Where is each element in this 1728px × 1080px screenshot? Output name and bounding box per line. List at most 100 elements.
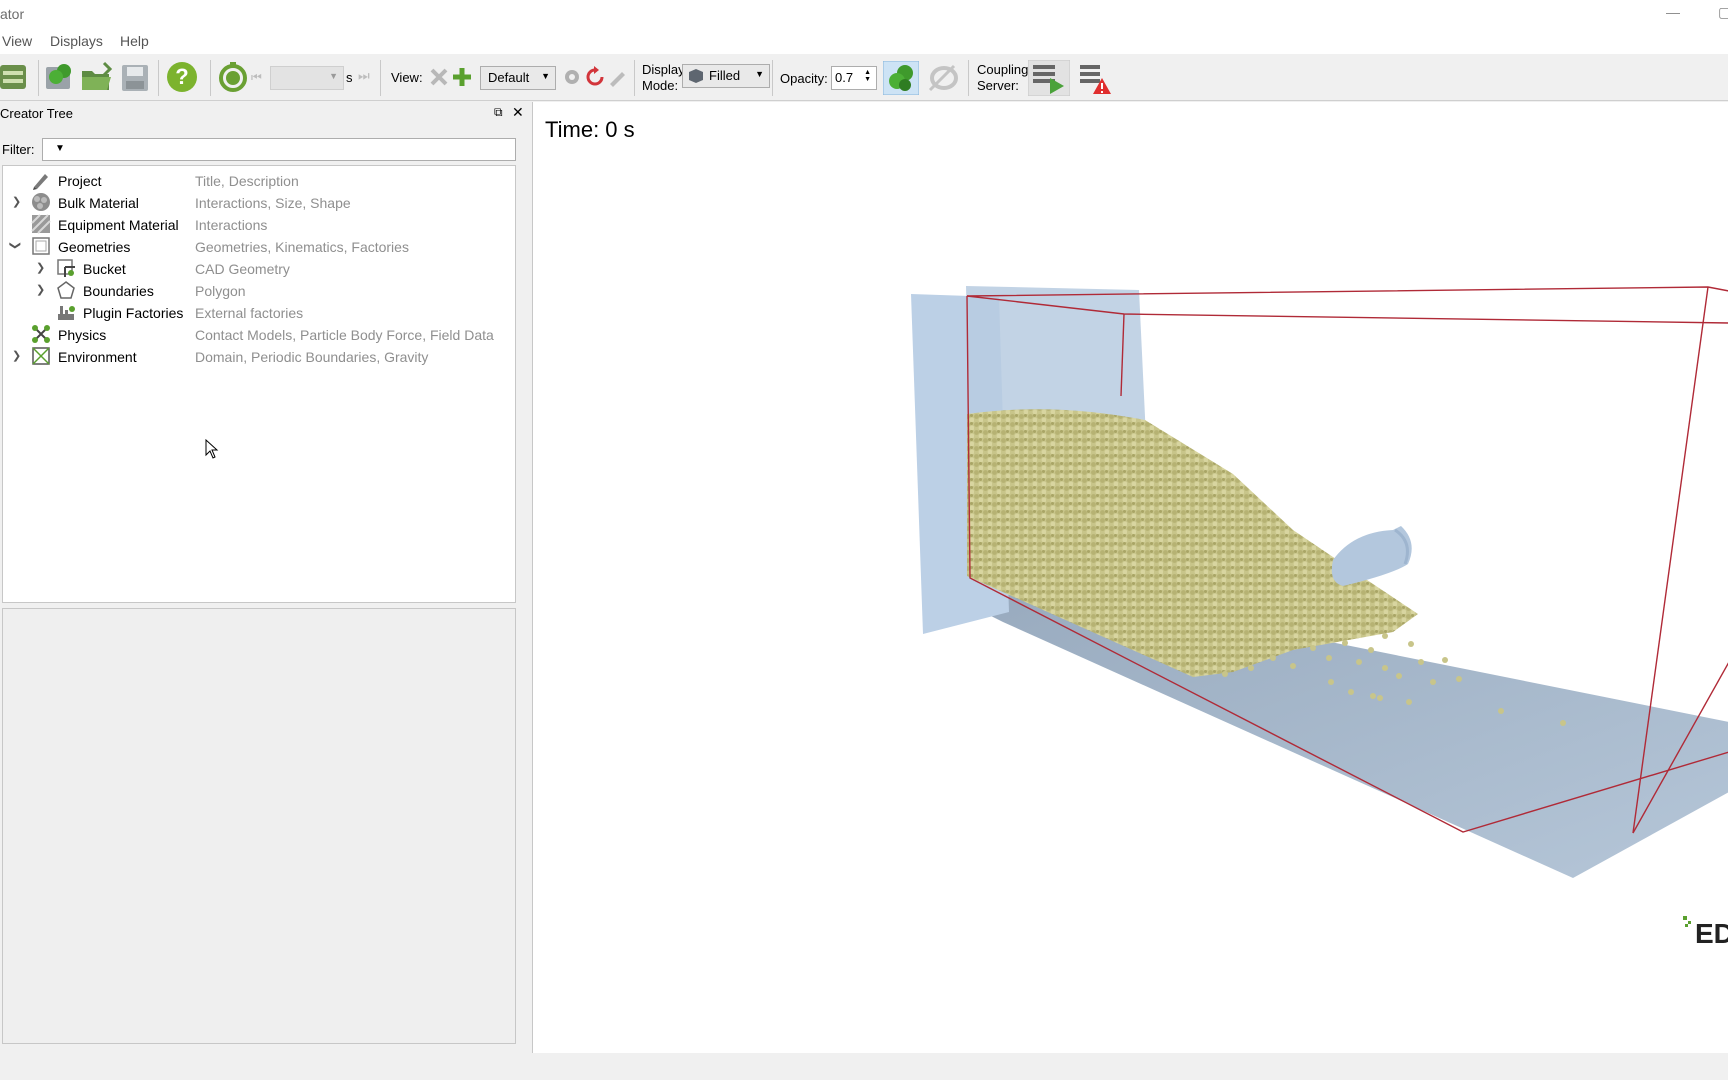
geometry-box-icon <box>32 237 50 255</box>
tree-item-label: Bucket <box>83 261 126 277</box>
tree-item-plugin-factories[interactable]: Plugin Factories External factories <box>3 301 515 323</box>
tree-item-bucket[interactable]: ❯ Bucket CAD Geometry <box>3 257 515 279</box>
display-mode-value: Filled <box>709 68 741 83</box>
add-particles-icon[interactable] <box>44 61 76 93</box>
stopwatch-icon[interactable] <box>218 61 248 93</box>
svg-text:?: ? <box>175 64 188 89</box>
tree-item-boundaries[interactable]: ❯ Boundaries Polygon <box>3 279 515 301</box>
view-preset-value: Default <box>488 70 530 85</box>
toolbar-separator <box>772 60 773 96</box>
display-mode-label: Display <box>642 62 685 77</box>
edit-pencil-icon[interactable] <box>606 66 628 88</box>
tree-item-equipment-material[interactable]: Equipment Material Interactions <box>3 213 515 235</box>
open-folder-icon[interactable] <box>80 61 114 93</box>
toolbar-separator <box>380 60 381 96</box>
window-title: ator <box>0 6 25 22</box>
menu-view[interactable]: View <box>2 33 32 49</box>
tree-item-label: Bulk Material <box>58 195 139 211</box>
tree-item-label: Project <box>58 173 102 189</box>
fast-forward-icon[interactable]: ⏭ <box>358 68 370 84</box>
chevron-right-icon[interactable]: ❯ <box>12 349 21 362</box>
mouse-cursor-icon <box>205 439 219 459</box>
menu-help[interactable]: Help <box>120 33 149 49</box>
tree-item-desc: External factories <box>195 305 304 321</box>
view-preset-select[interactable]: Default ▼ <box>480 66 556 90</box>
simulation-scene <box>911 286 1728 878</box>
save-icon[interactable] <box>120 61 150 93</box>
edem-logo: ED <box>1683 916 1728 952</box>
geometry-toggle-icon[interactable] <box>926 62 960 94</box>
tree-item-desc: Domain, Periodic Boundaries, Gravity <box>195 349 429 365</box>
time-select[interactable]: ▼ <box>270 66 344 90</box>
opacity-value: 0.7 <box>835 70 854 85</box>
particles-icon <box>32 193 50 211</box>
cube-icon <box>689 69 703 83</box>
coupling-start-icon[interactable] <box>1028 60 1070 96</box>
tree-item-desc: Interactions <box>195 217 268 233</box>
toolbar-separator <box>210 60 211 96</box>
tree-item-desc: CAD Geometry <box>195 261 290 277</box>
particles-toggle-icon[interactable] <box>883 61 919 95</box>
display-mode-label-2: Mode: <box>642 78 679 93</box>
opacity-spinbox[interactable]: 0.7 ▲ ▼ <box>831 66 877 90</box>
menu-bar: View Displays Help <box>0 28 1728 54</box>
filter-input[interactable]: ▼ <box>42 138 516 161</box>
chevron-right-icon[interactable]: ❯ <box>12 195 21 208</box>
coupling-server-label: Coupling <box>977 62 1029 77</box>
menu-displays[interactable]: Displays <box>50 33 103 49</box>
tree-item-project[interactable]: Project Title, Description <box>3 169 515 191</box>
reset-icon[interactable] <box>584 66 606 88</box>
polygon-icon <box>57 281 75 299</box>
chevron-down-icon[interactable]: ❯ <box>9 241 22 250</box>
chevron-right-icon[interactable]: ❯ <box>36 283 45 296</box>
physics-icon <box>32 325 50 343</box>
minimize-button[interactable]: — <box>1666 4 1680 20</box>
title-bar: ator — ▢ <box>0 0 1728 28</box>
maximize-button[interactable]: ▢ <box>1718 4 1728 21</box>
tree-item-label: Geometries <box>58 239 131 255</box>
tree-item-desc: Contact Models, Particle Body Force, Fie… <box>195 327 494 343</box>
chevron-right-icon[interactable]: ❯ <box>36 261 45 274</box>
tree-item-label: Equipment Material <box>58 217 179 233</box>
coupling-warning-icon[interactable] <box>1078 60 1112 96</box>
environment-icon <box>32 347 50 365</box>
tree-item-physics[interactable]: Physics Contact Models, Particle Body Fo… <box>3 323 515 345</box>
tree-item-desc: Polygon <box>195 283 246 299</box>
tree-item-bulk-material[interactable]: ❯ Bulk Material Interactions, Size, Shap… <box>3 191 515 213</box>
tree-item-label: Environment <box>58 349 137 365</box>
factory-icon <box>58 306 75 320</box>
float-panel-icon[interactable]: ⧉ <box>494 105 503 120</box>
panel-title: Creator Tree <box>0 106 73 121</box>
hatched-material-icon <box>31 214 51 234</box>
view-plus-icon[interactable] <box>451 66 473 88</box>
filter-dropdown-icon[interactable]: ▼ <box>55 143 65 154</box>
opacity-label: Opacity: <box>780 71 828 86</box>
toolbar-separator <box>38 60 39 96</box>
properties-panel <box>2 608 516 1044</box>
status-bar <box>0 1054 1728 1080</box>
tree-item-label: Plugin Factories <box>83 305 184 321</box>
new-project-icon[interactable] <box>0 61 30 93</box>
rewind-icon[interactable]: ⏮ <box>251 70 267 86</box>
tree-item-desc: Interactions, Size, Shape <box>195 195 351 211</box>
tree-item-desc: Geometries, Kinematics, Factories <box>195 239 409 255</box>
help-icon[interactable]: ? <box>166 61 198 93</box>
creator-tree: Project Title, Description ❯ Bulk Materi… <box>2 165 516 603</box>
tree-item-desc: Title, Description <box>195 173 299 189</box>
settings-gear-icon[interactable] <box>562 66 582 88</box>
toolbar-separator <box>634 60 635 96</box>
tree-item-geometries[interactable]: ❯ Geometries Geometries, Kinematics, Fac… <box>3 235 515 257</box>
tree-item-label: Physics <box>58 327 107 343</box>
cad-geometry-icon <box>57 259 75 277</box>
display-mode-select[interactable]: Filled ▼ <box>682 64 770 88</box>
creator-tree-header: Creator Tree ⧉ ✕ <box>0 102 528 124</box>
filter-label: Filter: <box>2 142 35 157</box>
toolbar-separator <box>158 60 159 96</box>
toolbar-separator <box>968 60 969 96</box>
tree-item-label: Boundaries <box>83 283 154 299</box>
view-x-icon[interactable] <box>428 66 450 88</box>
close-panel-icon[interactable]: ✕ <box>512 104 524 121</box>
3d-viewport[interactable]: Time: 0 s ED <box>532 102 1728 1053</box>
tree-item-environment[interactable]: ❯ Environment Domain, Periodic Boundarie… <box>3 345 515 367</box>
pencil-icon <box>33 174 48 190</box>
